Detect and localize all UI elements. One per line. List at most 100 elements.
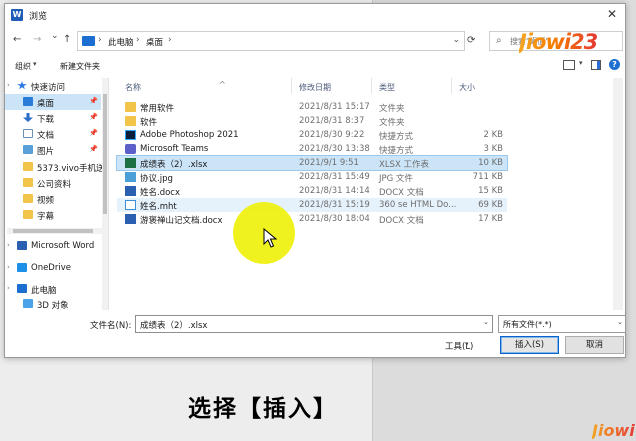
recent-locations-chevron-icon[interactable]: ⌄: [51, 31, 59, 41]
file-date: 2021/8/31 14:14: [299, 186, 370, 196]
folder-icon: [23, 162, 33, 171]
dialog-title: 浏览: [29, 12, 48, 22]
file-row[interactable]: 软件 2021/8/31 8:37 文件夹: [117, 114, 507, 128]
teams-icon: [125, 144, 136, 154]
preview-pane-icon[interactable]: [591, 60, 601, 70]
column-header-type[interactable]: 类型: [379, 82, 395, 93]
sidebar-item-label: 视频: [37, 196, 55, 206]
subtitle-caption: 选择【插入】: [188, 396, 338, 422]
browse-dialog: W 浏览 ✕ ← → ⌄ ↑ › 此电脑 › 桌面 › ⌄ ⟳ ⌕ 搜索"桌面"…: [4, 3, 626, 358]
cloud-icon: [17, 263, 27, 272]
sidebar-item-pictures[interactable]: 图片 📌: [5, 142, 101, 158]
sidebar-item-vivo-folder[interactable]: 5373.vivo手机送: [5, 159, 104, 175]
file-type: 文件夹: [379, 104, 405, 114]
sidebar-item-label: 字幕: [37, 212, 55, 222]
file-row[interactable]: 游褒禅山记文档.docx 2021/8/30 18:04 DOCX 文档 17 …: [117, 212, 507, 226]
sidebar-item-documents[interactable]: 文档 📌: [5, 126, 101, 142]
help-icon[interactable]: ?: [609, 59, 620, 70]
file-date: 2021/8/31 15:49: [299, 172, 370, 182]
breadcrumb-desktop[interactable]: 桌面: [146, 36, 163, 48]
insert-button[interactable]: 插入(S): [500, 336, 559, 354]
file-name: 软件: [140, 118, 158, 128]
up-arrow-icon[interactable]: ↑: [63, 34, 71, 45]
sort-ascending-icon: ^: [219, 80, 226, 89]
sidebar-item-this-pc[interactable]: › 此电脑: [5, 281, 101, 297]
file-list-scrollbar[interactable]: [613, 78, 623, 310]
column-divider[interactable]: [451, 78, 452, 94]
file-name: 姓名.mht: [140, 202, 177, 212]
sidebar-item-quick-access[interactable]: › 快速访问: [5, 78, 101, 94]
sidebar-item-label: 此电脑: [31, 286, 57, 296]
sidebar-horizontal-scrollbar-thumb[interactable]: [13, 229, 93, 233]
sidebar-item-desktop[interactable]: 桌面 📌: [5, 94, 101, 110]
column-header-size[interactable]: 大小: [459, 82, 475, 93]
address-bar[interactable]: › 此电脑 › 桌面 › ⌄: [77, 31, 465, 51]
expand-chevron-icon[interactable]: ›: [7, 241, 10, 249]
sidebar-item-label: 3D 对象: [37, 301, 69, 310]
folder-icon: [23, 210, 33, 219]
file-type-chevron-icon[interactable]: ⌄: [617, 318, 623, 326]
tools-menu[interactable]: 工具(L): [445, 340, 473, 352]
view-options-icon[interactable]: [563, 60, 575, 70]
word-doc-icon: [125, 186, 136, 196]
computer-icon: [82, 36, 95, 46]
refresh-icon[interactable]: ⟳: [467, 35, 475, 46]
expand-chevron-icon[interactable]: ›: [7, 284, 10, 292]
forward-arrow-icon[interactable]: →: [33, 34, 41, 45]
photoshop-icon: [125, 130, 136, 140]
expand-chevron-icon[interactable]: ›: [7, 263, 10, 271]
sidebar-item-onedrive[interactable]: › OneDrive: [5, 260, 101, 276]
file-row[interactable]: 协议.jpg 2021/8/31 15:49 JPG 文件 711 KB: [117, 170, 507, 184]
folder-icon: [125, 102, 136, 112]
word-doc-icon: [125, 214, 136, 224]
column-divider[interactable]: [291, 78, 292, 94]
back-arrow-icon[interactable]: ←: [13, 34, 21, 45]
file-type: DOCX 文档: [379, 216, 424, 226]
filename-input[interactable]: 成绩表（2）.xlsx: [135, 315, 493, 333]
file-size: 69 KB: [478, 200, 503, 210]
sidebar-item-label: 公司资料: [37, 180, 72, 190]
file-row-selected[interactable]: 成绩表（2）.xlsx 2021/9/1 9:51 XLSX 工作表 10 KB: [116, 155, 508, 171]
sidebar-item-label: 桌面: [37, 99, 55, 109]
file-size: 3 KB: [483, 144, 503, 154]
watermark-bottom: Jiowi: [592, 421, 635, 440]
folder-icon: [23, 194, 33, 203]
column-header-date[interactable]: 修改日期: [299, 82, 331, 93]
sidebar-item-downloads[interactable]: 下载 📌: [5, 110, 101, 126]
sidebar-item-3d-objects[interactable]: 3D 对象: [5, 296, 101, 310]
folder-icon: [23, 178, 33, 187]
file-row-hover[interactable]: 姓名.mht 2021/8/31 15:19 360 se HTML Do...…: [117, 198, 507, 212]
address-dropdown-chevron-icon[interactable]: ⌄: [452, 35, 460, 45]
column-divider[interactable]: [371, 78, 372, 94]
pin-icon: 📌: [89, 97, 98, 105]
view-chevron-icon[interactable]: ▾: [579, 59, 583, 67]
new-folder-button[interactable]: 新建文件夹: [60, 61, 100, 72]
file-name: 常用软件: [140, 104, 175, 114]
column-header-name[interactable]: 名称 ^: [125, 80, 226, 93]
file-row[interactable]: 姓名.docx 2021/8/31 14:14 DOCX 文档 15 KB: [117, 184, 507, 198]
sidebar-item-microsoft-word[interactable]: › Microsoft Word: [5, 238, 101, 254]
close-icon[interactable]: ✕: [607, 7, 617, 21]
word-icon: [17, 241, 27, 250]
file-row[interactable]: 常用软件 2021/8/31 15:17 文件夹: [117, 100, 507, 114]
sidebar-scrollbar-thumb[interactable]: [103, 94, 107, 214]
filename-dropdown-chevron-icon[interactable]: ⌄: [483, 318, 489, 326]
sidebar-item-videos[interactable]: 视频: [5, 191, 101, 207]
tools-chevron-icon[interactable]: ▾: [465, 340, 469, 348]
breadcrumb-this-pc[interactable]: 此电脑: [108, 36, 134, 48]
cancel-button[interactable]: 取消: [565, 336, 624, 354]
file-row[interactable]: Microsoft Teams 2021/8/30 13:38 快捷方式 3 K…: [117, 142, 507, 156]
word-app-icon: W: [11, 9, 23, 21]
column-header-label: 名称: [125, 83, 141, 92]
sidebar-item-subtitles[interactable]: 字幕: [5, 207, 101, 223]
organize-button[interactable]: 组织: [15, 61, 31, 72]
file-type-select[interactable]: 所有文件(*.*): [498, 315, 626, 333]
file-date: 2021/9/1 9:51: [299, 158, 359, 168]
file-type: 快捷方式: [379, 132, 414, 142]
file-row[interactable]: Adobe Photoshop 2021 2021/8/30 9:22 快捷方式…: [117, 128, 507, 142]
expand-chevron-icon[interactable]: ›: [7, 81, 10, 89]
sidebar-item-company-files[interactable]: 公司资料: [5, 175, 101, 191]
file-list: 名称 ^ 修改日期 类型 大小 常用软件 2021/8/31 15:17 文件夹…: [113, 78, 625, 310]
sidebar-item-label: 图片: [37, 147, 55, 157]
file-name: 成绩表（2）.xlsx: [140, 160, 208, 170]
